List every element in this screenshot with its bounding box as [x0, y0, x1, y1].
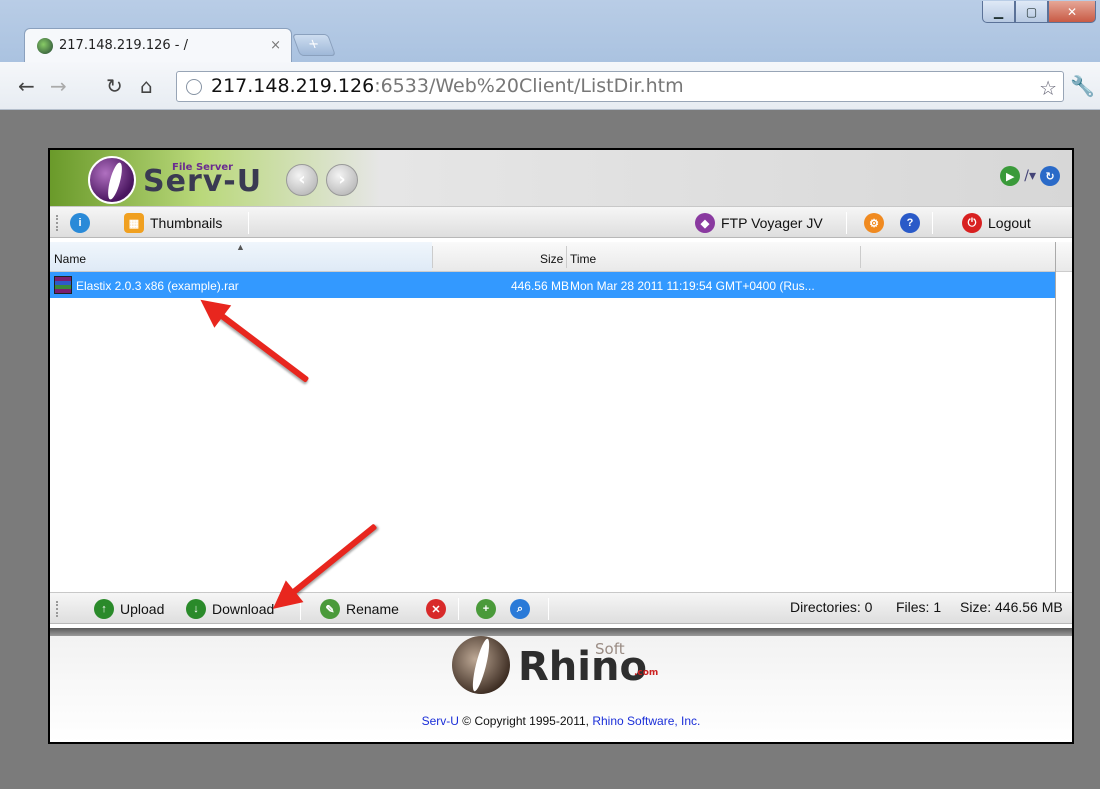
thumbnails-button[interactable]: ▦ Thumbnails	[124, 213, 222, 233]
total-size: Size: 446.56 MB	[960, 599, 1063, 615]
thumbnails-icon: ▦	[124, 213, 144, 233]
preferences-button[interactable]: ⚙	[864, 213, 884, 233]
tab-close-icon[interactable]: ×	[270, 38, 281, 53]
tab-title: 217.148.219.126 - /	[59, 38, 188, 53]
brand-name: Serv-U	[143, 164, 263, 199]
rename-button[interactable]: ✎ Rename	[320, 599, 399, 619]
properties-button[interactable]: i	[70, 213, 90, 233]
go-icon[interactable]: ▶	[1000, 166, 1021, 186]
back-arrow-icon[interactable]: ←	[18, 74, 35, 98]
rar-archive-icon	[54, 276, 72, 294]
column-time[interactable]: Time	[570, 252, 596, 266]
ftp-voyager-label: FTP Voyager JV	[721, 215, 823, 231]
status-directories: Directories: 0	[790, 599, 872, 615]
upload-label: Upload	[120, 601, 165, 617]
rhinosoft-logo-icon	[452, 636, 510, 694]
forward-arrow-icon[interactable]: →	[50, 74, 67, 98]
toolbar-grip	[56, 601, 59, 617]
header-icons: ▶ /▾ ↻	[1000, 166, 1060, 186]
ftp-voyager-button[interactable]: ◆ FTP Voyager JV	[695, 213, 823, 233]
maximize-button[interactable]: ▢	[1015, 1, 1048, 23]
copyright-text: © Copyright 1995-2011,	[458, 714, 593, 728]
new-folder-button[interactable]: +	[476, 599, 496, 619]
close-window-button[interactable]: ✕	[1048, 1, 1096, 23]
list-scrollbar[interactable]	[1055, 242, 1056, 592]
files-count: Files: 1	[896, 599, 942, 615]
column-divider[interactable]	[566, 246, 567, 268]
power-icon: ⏻	[962, 213, 982, 233]
minimize-button[interactable]: ▁	[982, 1, 1015, 23]
globe-icon	[186, 79, 202, 95]
copyright-line: Serv-U © Copyright 1995-2011, Rhino Soft…	[50, 714, 1072, 728]
url-host: 217.148.219.126	[211, 75, 375, 97]
preferences-icon: ⚙	[864, 213, 884, 233]
servu-logo-icon	[88, 156, 136, 204]
download-button[interactable]: ↓ Download	[186, 599, 274, 619]
path-dropdown-icon[interactable]: /▾	[1024, 168, 1036, 184]
toolbar-grip	[56, 215, 59, 231]
help-button[interactable]: ?	[900, 213, 920, 233]
status-files: Files: 1	[896, 599, 941, 615]
separator	[932, 212, 933, 234]
address-bar[interactable]: 217.148.219.126:6533/Web%20Client/ListDi…	[176, 71, 1064, 102]
column-divider[interactable]	[860, 246, 861, 268]
logout-label: Logout	[988, 215, 1031, 231]
file-list-header: Name ▲ Size Time	[50, 242, 1072, 272]
file-row[interactable]: Elastix 2.0.3 x86 (example).rar 446.56 M…	[50, 272, 1055, 298]
app-header: File Server Serv-U ‹ › ▶ /▾ ↻	[50, 150, 1072, 206]
search-button[interactable]: ⌕	[510, 599, 530, 619]
tab-favicon-icon	[37, 37, 53, 54]
separator	[548, 598, 549, 620]
back-history-button[interactable]: ‹	[286, 164, 318, 196]
browser-toolbar: ← → ↻ ⌂ 217.148.219.126:6533/Web%20Clien…	[0, 62, 1100, 110]
rename-label: Rename	[346, 601, 399, 617]
sort-ascending-icon: ▲	[236, 242, 245, 252]
file-size: 446.56 MB	[510, 279, 569, 293]
url-path: :6533/Web%20Client/ListDir.htm	[374, 75, 684, 97]
column-name[interactable]: Name	[54, 252, 86, 266]
window-controls: ▁ ▢ ✕	[982, 1, 1096, 23]
separator	[248, 212, 249, 234]
forward-history-button[interactable]: ›	[326, 164, 358, 196]
reload-icon[interactable]: ↻	[106, 74, 123, 98]
logo-com-text: .com	[634, 668, 659, 678]
column-divider[interactable]	[432, 246, 433, 268]
ftp-voyager-icon: ◆	[695, 213, 715, 233]
refresh-icon[interactable]: ↻	[1040, 166, 1060, 186]
app-footer: Soft Rhino .com Serv-U © Copyright 1995-…	[50, 636, 1072, 742]
delete-icon: ✕	[426, 599, 446, 619]
file-time: Mon Mar 28 2011 11:19:54 GMT+0400 (Rus..…	[570, 279, 815, 293]
separator	[458, 598, 459, 620]
separator	[846, 212, 847, 234]
rename-icon: ✎	[320, 599, 340, 619]
logout-button[interactable]: ⏻ Logout	[962, 213, 1031, 233]
status-size: Size: 446.56 MB	[960, 599, 1063, 615]
servu-link[interactable]: Serv-U	[422, 714, 459, 728]
upload-icon: ↑	[94, 599, 114, 619]
info-icon: i	[70, 213, 90, 233]
column-size[interactable]: Size	[540, 252, 563, 266]
top-toolbar: i ▦ Thumbnails ◆ FTP Voyager JV ⚙ ? ⏻ Lo…	[50, 206, 1072, 238]
rhino-software-link[interactable]: Rhino Software, Inc.	[592, 714, 700, 728]
wrench-menu-icon[interactable]: 🔧	[1070, 74, 1095, 98]
upload-button[interactable]: ↑ Upload	[94, 599, 164, 619]
logo-rhino-text: Rhino	[518, 644, 647, 690]
search-icon: ⌕	[510, 599, 530, 619]
file-name: Elastix 2.0.3 x86 (example).rar	[76, 279, 239, 293]
new-tab-button[interactable]: +	[291, 34, 337, 56]
bottom-toolbar: ↑ Upload ↓ Download ✎ Rename ✕ + ⌕ Direc…	[50, 592, 1072, 624]
home-icon[interactable]: ⌂	[140, 74, 153, 98]
download-icon: ↓	[186, 599, 206, 619]
bookmark-star-icon[interactable]: ☆	[1039, 74, 1057, 103]
new-folder-icon: +	[476, 599, 496, 619]
help-icon: ?	[900, 213, 920, 233]
thumbnails-label: Thumbnails	[150, 215, 223, 231]
servu-web-client: File Server Serv-U ‹ › ▶ /▾ ↻ i ▦ Thumbn…	[48, 148, 1074, 744]
footer-divider	[50, 628, 1072, 636]
delete-button[interactable]: ✕	[426, 599, 446, 619]
directories-count: Directories: 0	[790, 599, 873, 615]
browser-tab[interactable]: 217.148.219.126 - / ×	[24, 28, 292, 62]
download-label: Download	[212, 601, 275, 617]
